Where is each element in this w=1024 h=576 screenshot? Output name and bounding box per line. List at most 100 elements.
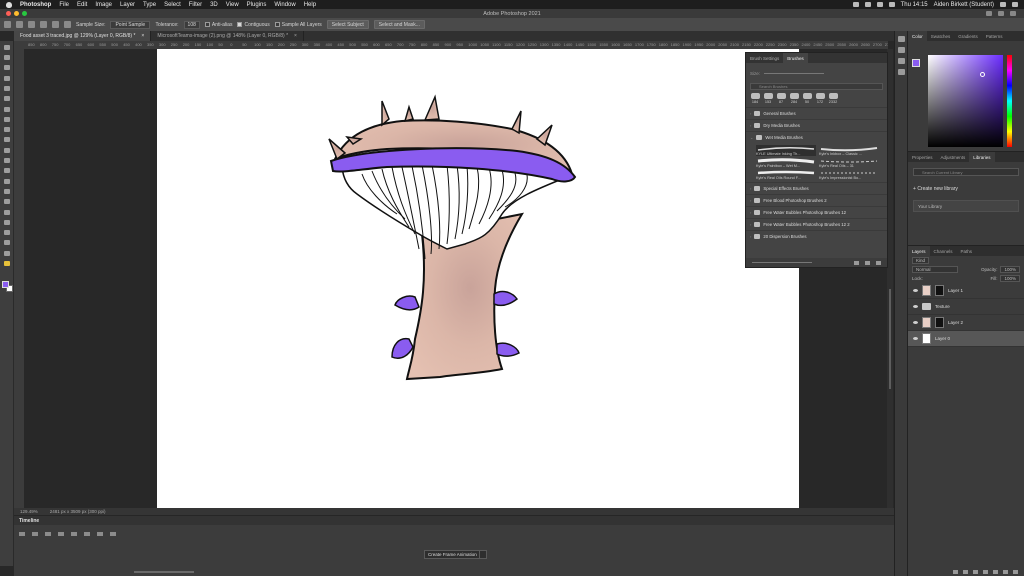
blur-tool[interactable] (2, 177, 12, 185)
layer-mask-thumbnail[interactable] (935, 317, 944, 328)
brush-preset[interactable]: KYLE Ultimate Inking Th... (756, 145, 816, 156)
menu-select[interactable]: Select (164, 2, 181, 8)
pen-tool[interactable] (2, 198, 12, 206)
menu-file[interactable]: File (59, 2, 69, 8)
history-brush-tool[interactable] (2, 146, 12, 154)
layer-kind-filter[interactable]: Kind (912, 257, 930, 264)
user-name[interactable]: Aiden Birkett (Student) (934, 2, 994, 8)
move-tool[interactable] (2, 43, 12, 51)
wifi-icon[interactable] (888, 2, 895, 7)
crop-tool[interactable] (2, 84, 12, 92)
menu-filter[interactable]: Filter (189, 2, 202, 8)
menu-layer[interactable]: Layer (120, 2, 135, 8)
timeline-header[interactable]: Timeline (14, 516, 894, 525)
layer-mask-thumbnail[interactable] (935, 285, 944, 296)
recent-brush[interactable]: 50 (802, 93, 812, 104)
brush-group-wet-media[interactable]: ⌄ Wet Media Brushes (746, 131, 887, 143)
menu-app-name[interactable]: Photoshop (20, 2, 51, 8)
hand-tool[interactable] (2, 239, 12, 247)
tab-paths[interactable]: Paths (957, 246, 977, 256)
path-selection-tool[interactable] (2, 218, 12, 226)
recent-brush[interactable]: 284 (789, 93, 799, 104)
add-selection-icon[interactable] (40, 21, 47, 28)
layer-row[interactable]: Layer 1 (908, 283, 1024, 299)
battery-icon[interactable] (876, 2, 883, 7)
split-icon[interactable] (97, 532, 103, 536)
brush-group-water-bubbles-2[interactable]: › Free Water Bubbles Photoshop Brushes 12… (746, 218, 887, 230)
recent-brush[interactable]: 172 (815, 93, 825, 104)
close-tab-icon[interactable]: × (141, 33, 144, 39)
brush-preset[interactable]: Kyle's Real Oils – 31 (819, 157, 879, 168)
dodge-tool[interactable] (2, 187, 12, 195)
eye-icon[interactable] (913, 337, 918, 340)
tab-channels[interactable]: Channels (930, 246, 957, 256)
brush-settings-icon[interactable] (897, 47, 905, 53)
menu-plugins[interactable]: Plugins (247, 2, 267, 8)
menu-type[interactable]: Type (143, 2, 156, 8)
new-selection-icon[interactable] (28, 21, 35, 28)
clone-stamp-tool[interactable] (2, 136, 12, 144)
trash-icon[interactable] (1013, 570, 1018, 574)
history-icon[interactable] (897, 36, 905, 42)
create-frame-animation-button[interactable]: Create Frame Animation (424, 550, 481, 559)
next-frame-icon[interactable] (58, 532, 64, 536)
animation-type-dropdown[interactable] (479, 550, 487, 559)
healing-brush-tool[interactable] (2, 115, 12, 123)
new-group-icon[interactable] (854, 260, 859, 265)
sample-size-dropdown[interactable]: Point Sample (110, 20, 151, 29)
status-icon-1[interactable] (852, 2, 859, 7)
brush-preset[interactable]: Kyle's Impressionist Bo... (819, 169, 879, 180)
audio-icon[interactable] (71, 532, 77, 536)
status-icon-2[interactable] (864, 2, 871, 7)
eraser-tool[interactable] (2, 157, 12, 165)
new-brush-icon[interactable] (865, 260, 870, 265)
gradient-tool[interactable] (2, 167, 12, 175)
prev-frame-icon[interactable] (32, 532, 38, 536)
fill-input[interactable]: 100% (1000, 275, 1020, 282)
menu-image[interactable]: Image (95, 2, 112, 8)
menu-window[interactable]: Window (274, 2, 295, 8)
library-search-input[interactable]: Search Current Library (913, 168, 1019, 176)
subtract-selection-icon[interactable] (52, 21, 59, 28)
hue-slider[interactable] (1007, 55, 1012, 147)
document-info[interactable]: 2481 px x 3509 px (300 ppi) (50, 509, 106, 514)
layer-row[interactable]: Layer 2 (908, 315, 1024, 331)
document-canvas[interactable] (157, 49, 799, 508)
edit-toolbar[interactable] (2, 260, 12, 268)
tab-properties[interactable]: Properties (908, 152, 937, 162)
minimize-window-button[interactable] (14, 11, 19, 16)
recent-brush[interactable]: 2332 (828, 93, 838, 104)
recent-brush[interactable]: 87 (776, 93, 786, 104)
tab-swatches[interactable]: Swatches (927, 31, 955, 41)
blend-mode-dropdown[interactable]: Normal (912, 266, 958, 273)
brush-group-blood[interactable]: › Free Blood Photoshop Brushes 2 (746, 194, 887, 206)
home-icon[interactable] (4, 21, 11, 28)
first-frame-icon[interactable] (19, 532, 25, 536)
folder-icon[interactable] (993, 570, 998, 574)
tab-patterns[interactable]: Patterns (982, 31, 1007, 41)
marquee-tool[interactable] (2, 54, 12, 62)
tab-color[interactable]: Color (908, 31, 927, 41)
select-subject-button[interactable]: Select Subject (326, 20, 369, 29)
brush-tool[interactable] (2, 126, 12, 134)
clock[interactable]: Thu 14:15 (901, 2, 928, 8)
tab-teams-image[interactable]: MicrosoftTeams-image (2).png @ 148% (Lay… (151, 31, 304, 41)
zoom-tool[interactable] (2, 249, 12, 257)
brush-size-slider[interactable] (764, 72, 825, 74)
share-icon[interactable] (1010, 11, 1016, 16)
menu-help[interactable]: Help (304, 2, 316, 8)
brush-group-water-bubbles[interactable]: › Free Water Bubbles Photoshop Brushes 12 (746, 206, 887, 218)
search-icon[interactable] (986, 11, 992, 16)
menu-view[interactable]: View (226, 2, 239, 8)
magic-wand-tool-icon[interactable] (16, 21, 23, 28)
contiguous-checkbox[interactable]: Contiguous (237, 22, 270, 28)
opacity-input[interactable]: 100% (1000, 266, 1020, 273)
new-layer-icon[interactable] (1003, 570, 1008, 574)
create-library-button[interactable]: + Create new library (908, 182, 1024, 196)
mask-icon[interactable] (973, 570, 978, 574)
play-icon[interactable] (45, 532, 51, 536)
close-window-button[interactable] (6, 11, 11, 16)
recent-brush[interactable]: 153 (763, 93, 773, 104)
brush-group-dispersion[interactable]: › 20 Dispersion Brushes (746, 230, 887, 242)
character-icon[interactable] (897, 69, 905, 75)
